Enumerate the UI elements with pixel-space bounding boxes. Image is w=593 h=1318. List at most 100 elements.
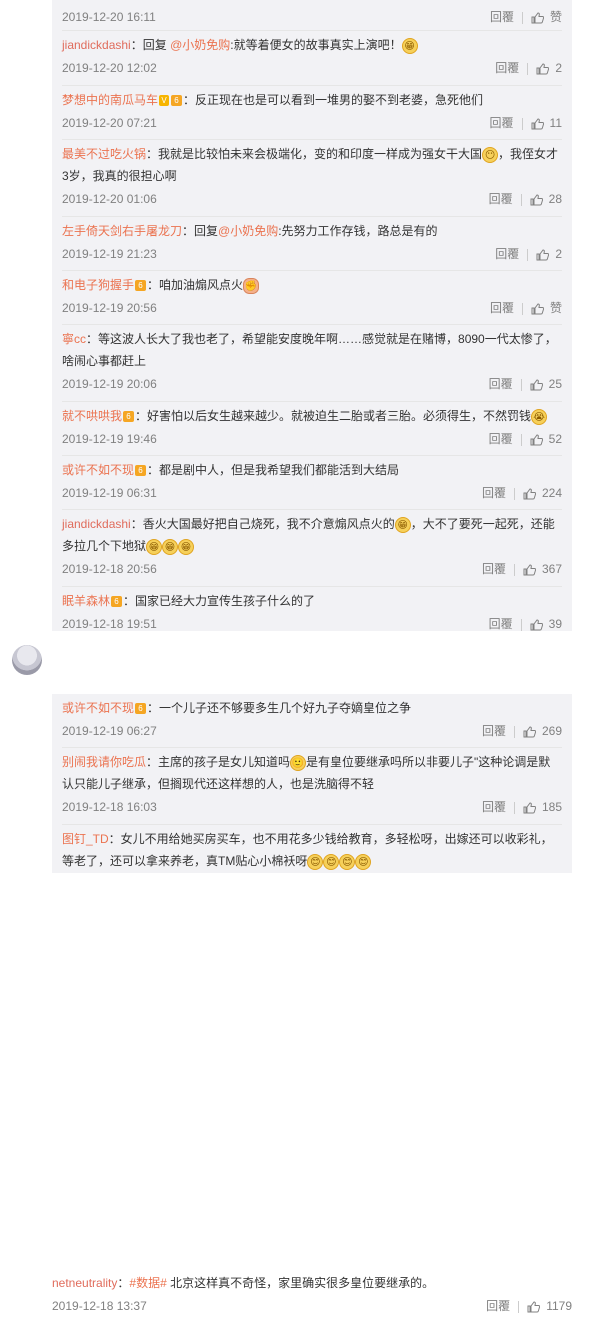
reply-username[interactable]: 或许不如不现 xyxy=(62,701,134,715)
reply-button[interactable]: 回覆 xyxy=(490,116,514,130)
divider xyxy=(520,193,522,206)
thumb-up-icon[interactable] xyxy=(523,488,536,500)
thumb-up-icon[interactable] xyxy=(530,379,543,391)
like-count: 185 xyxy=(541,800,562,814)
reply-content: ：回复 xyxy=(130,38,171,52)
reply-content: ：一个儿子还不够要多生几个好九子夺嫡皇位之争 xyxy=(147,701,412,715)
like-count: 25 xyxy=(548,377,562,391)
reply-username[interactable]: 最美不过吃火锅 xyxy=(62,147,146,161)
reply-username[interactable]: 图钉_TD xyxy=(62,832,109,846)
reply-text: 左手倚天剑右手屠龙刀：回复@小奶免购:先努力工作存钱，路总是有的 xyxy=(62,217,562,242)
thumb-up-icon[interactable] xyxy=(523,564,536,576)
thumb-up-icon[interactable] xyxy=(536,249,550,261)
reply-button[interactable]: 回覆 xyxy=(495,61,519,75)
grin-emoji-icon: 😁 xyxy=(178,538,195,555)
reply-text: 最美不过吃火锅：我就是比较怕未来会极端化，变的和印度一样成为强女干大国 😶 ，我侄女… xyxy=(62,140,562,187)
reply-button[interactable]: 回覆 xyxy=(489,617,513,631)
reply-text: 眠羊森林 6 ：国家已经大力宣传生孩子什么的了 xyxy=(62,587,562,612)
reply-meta: 2019-12-20 16:11 回覆 赞 xyxy=(62,5,562,29)
reply-username[interactable]: 别闹我请你吃瓜 xyxy=(62,755,146,769)
thumb-up-icon[interactable] xyxy=(536,63,550,75)
reply-username[interactable]: 寧cc xyxy=(62,332,86,346)
mention-link[interactable]: @小奶免购 xyxy=(170,38,230,52)
reply-username[interactable]: jiandickdashi xyxy=(62,517,131,531)
hashtag-link[interactable]: #数据# xyxy=(129,1276,166,1290)
reply-content-cont: :先努力工作存钱，路总是有的 xyxy=(278,224,438,238)
reply-button[interactable]: 回覆 xyxy=(490,301,514,315)
vip-badge-icon: 6 xyxy=(135,280,147,292)
thumb-up-icon[interactable] xyxy=(530,194,543,206)
vip-badge-icon: 6 xyxy=(111,596,123,608)
reply-text: 别闹我请你吃瓜：主席的孩子是女儿知道吗 🙂 是有皇位要继承吗所以非要儿子"这种论调是… xyxy=(62,748,562,795)
reply-username[interactable]: 眠羊森林 xyxy=(62,594,110,608)
list-item: 2019-12-20 16:11 回覆 赞 xyxy=(62,0,562,31)
reply-actions: 回覆 2 xyxy=(485,56,562,80)
reply-button[interactable]: 回覆 xyxy=(495,247,519,261)
reply-button[interactable]: 回覆 xyxy=(489,377,513,391)
divider xyxy=(518,1300,520,1313)
reply-username[interactable]: 或许不如不现 xyxy=(62,463,134,477)
reply-button[interactable]: 回覆 xyxy=(486,1299,510,1313)
reply-username[interactable]: 就不哄哄我 xyxy=(62,409,122,423)
comment-text: netneutrality：#数据# 北京这样真不奇怪，家里确实很多皇位要继承的… xyxy=(52,1272,572,1294)
list-item: 最美不过吃火锅：我就是比较怕未来会极端化，变的和印度一样成为强女干大国 😶 ，我侄女… xyxy=(62,140,562,217)
reply-username[interactable]: 左手倚天剑右手屠龙刀 xyxy=(62,224,182,238)
reply-actions: 回覆 2 xyxy=(485,242,562,266)
thumb-up-icon[interactable] xyxy=(530,434,543,446)
reply-button[interactable]: 回覆 xyxy=(490,10,514,24)
thumb-up-icon[interactable] xyxy=(531,303,544,315)
reply-content: ：好害怕以后女生越来越少。就被迫生二胎或者三胎。必须得生，不然罚钱 xyxy=(135,409,532,423)
thumb-up-icon[interactable] xyxy=(527,1301,541,1313)
thumb-up-icon[interactable] xyxy=(523,726,536,738)
reply-content: ：回复 xyxy=(182,224,219,238)
reply-thread-top: 2019-12-20 16:11 回覆赞 jiandickdashi：回复 @小… xyxy=(52,0,572,631)
reply-content: ：国家已经大力宣传生孩子什么的了 xyxy=(123,594,316,608)
reply-username[interactable]: 和电子狗握手 xyxy=(62,278,134,292)
comment-username[interactable]: netneutrality xyxy=(52,1276,117,1290)
vip-badge-icon: 6 xyxy=(171,95,183,107)
reply-actions: 回覆 224 xyxy=(472,481,562,505)
grin-emoji-icon: 😁 xyxy=(146,538,163,555)
smile-emoji-icon: 🙂 xyxy=(290,754,307,771)
reply-actions: 回覆 28 xyxy=(479,187,562,211)
like-count: 28 xyxy=(548,192,562,206)
vip-badge-icon: 6 xyxy=(135,465,147,477)
thumb-up-icon[interactable] xyxy=(530,619,543,631)
reply-button[interactable]: 回覆 xyxy=(489,432,513,446)
divider xyxy=(520,378,522,391)
reply-text: 或许不如不现 6 ：一个儿子还不够要多生几个好九子夺嫡皇位之争 xyxy=(62,694,562,719)
vip-badge-icon: 6 xyxy=(123,411,135,423)
divider xyxy=(520,618,522,631)
list-item: 别闹我请你吃瓜：主席的孩子是女儿知道吗 🙂 是有皇位要继承吗所以非要儿子"这种论调是… xyxy=(62,748,562,825)
reply-meta: 2019-12-19 20:06 回覆 25 xyxy=(62,372,562,396)
reply-username[interactable]: 梦想中的南瓜马车 xyxy=(62,93,158,107)
reply-text: 就不哄哄我 6 ：好害怕以后女生越来越少。就被迫生二胎或者三胎。必须得生，不然罚钱 😭 xyxy=(62,402,562,427)
reply-button[interactable]: 回覆 xyxy=(482,800,506,814)
reply-date: 2019-12-19 06:27 xyxy=(62,724,157,738)
reply-date: 2019-12-19 20:56 xyxy=(62,301,157,315)
reply-text: 寧cc：等这波人长大了我也老了，希望能安度晚年啊……感觉就是在赌博，8090一代… xyxy=(62,325,562,372)
reply-username[interactable]: jiandickdashi xyxy=(62,38,131,52)
like-count: 2 xyxy=(555,61,562,75)
thumb-up-icon[interactable] xyxy=(523,802,536,814)
thumb-up-icon[interactable] xyxy=(531,12,544,24)
reply-button[interactable]: 回覆 xyxy=(482,486,506,500)
list-item: 寧cc：等这波人长大了我也老了，希望能安度晚年啊……感觉就是在赌博，8090一代… xyxy=(62,325,562,402)
divider xyxy=(513,801,515,814)
reply-date: 2019-12-19 21:23 xyxy=(62,247,157,261)
list-item: 或许不如不现 6 ：一个儿子还不够要多生几个好九子夺嫡皇位之争 2019-12-19… xyxy=(62,694,562,748)
comment-date: 2019-12-18 13:37 xyxy=(52,1299,147,1313)
thumb-up-icon[interactable] xyxy=(531,118,544,130)
grin-emoji-icon: 😊 xyxy=(339,853,356,870)
reply-meta: 2019-12-19 06:27 回覆 269 xyxy=(62,719,562,743)
reply-text: 或许不如不现 6 ：都是剧中人，但是我希望我们都能活到大结局 xyxy=(62,456,562,481)
mention-link[interactable]: @小奶免购 xyxy=(218,224,278,238)
like-count: 1179 xyxy=(546,1299,572,1313)
reply-button[interactable]: 回覆 xyxy=(489,192,513,206)
like-count: 赞 xyxy=(549,10,562,24)
reply-text: 和电子狗握手 6 ：咱加油煽风点火 ✊ xyxy=(62,271,562,296)
vip-badge-icon: 6 xyxy=(135,703,147,715)
reply-button[interactable]: 回覆 xyxy=(482,724,506,738)
reply-button[interactable]: 回覆 xyxy=(482,562,506,576)
reply-meta: 2019-12-20 01:06 回覆 28 xyxy=(62,187,562,211)
